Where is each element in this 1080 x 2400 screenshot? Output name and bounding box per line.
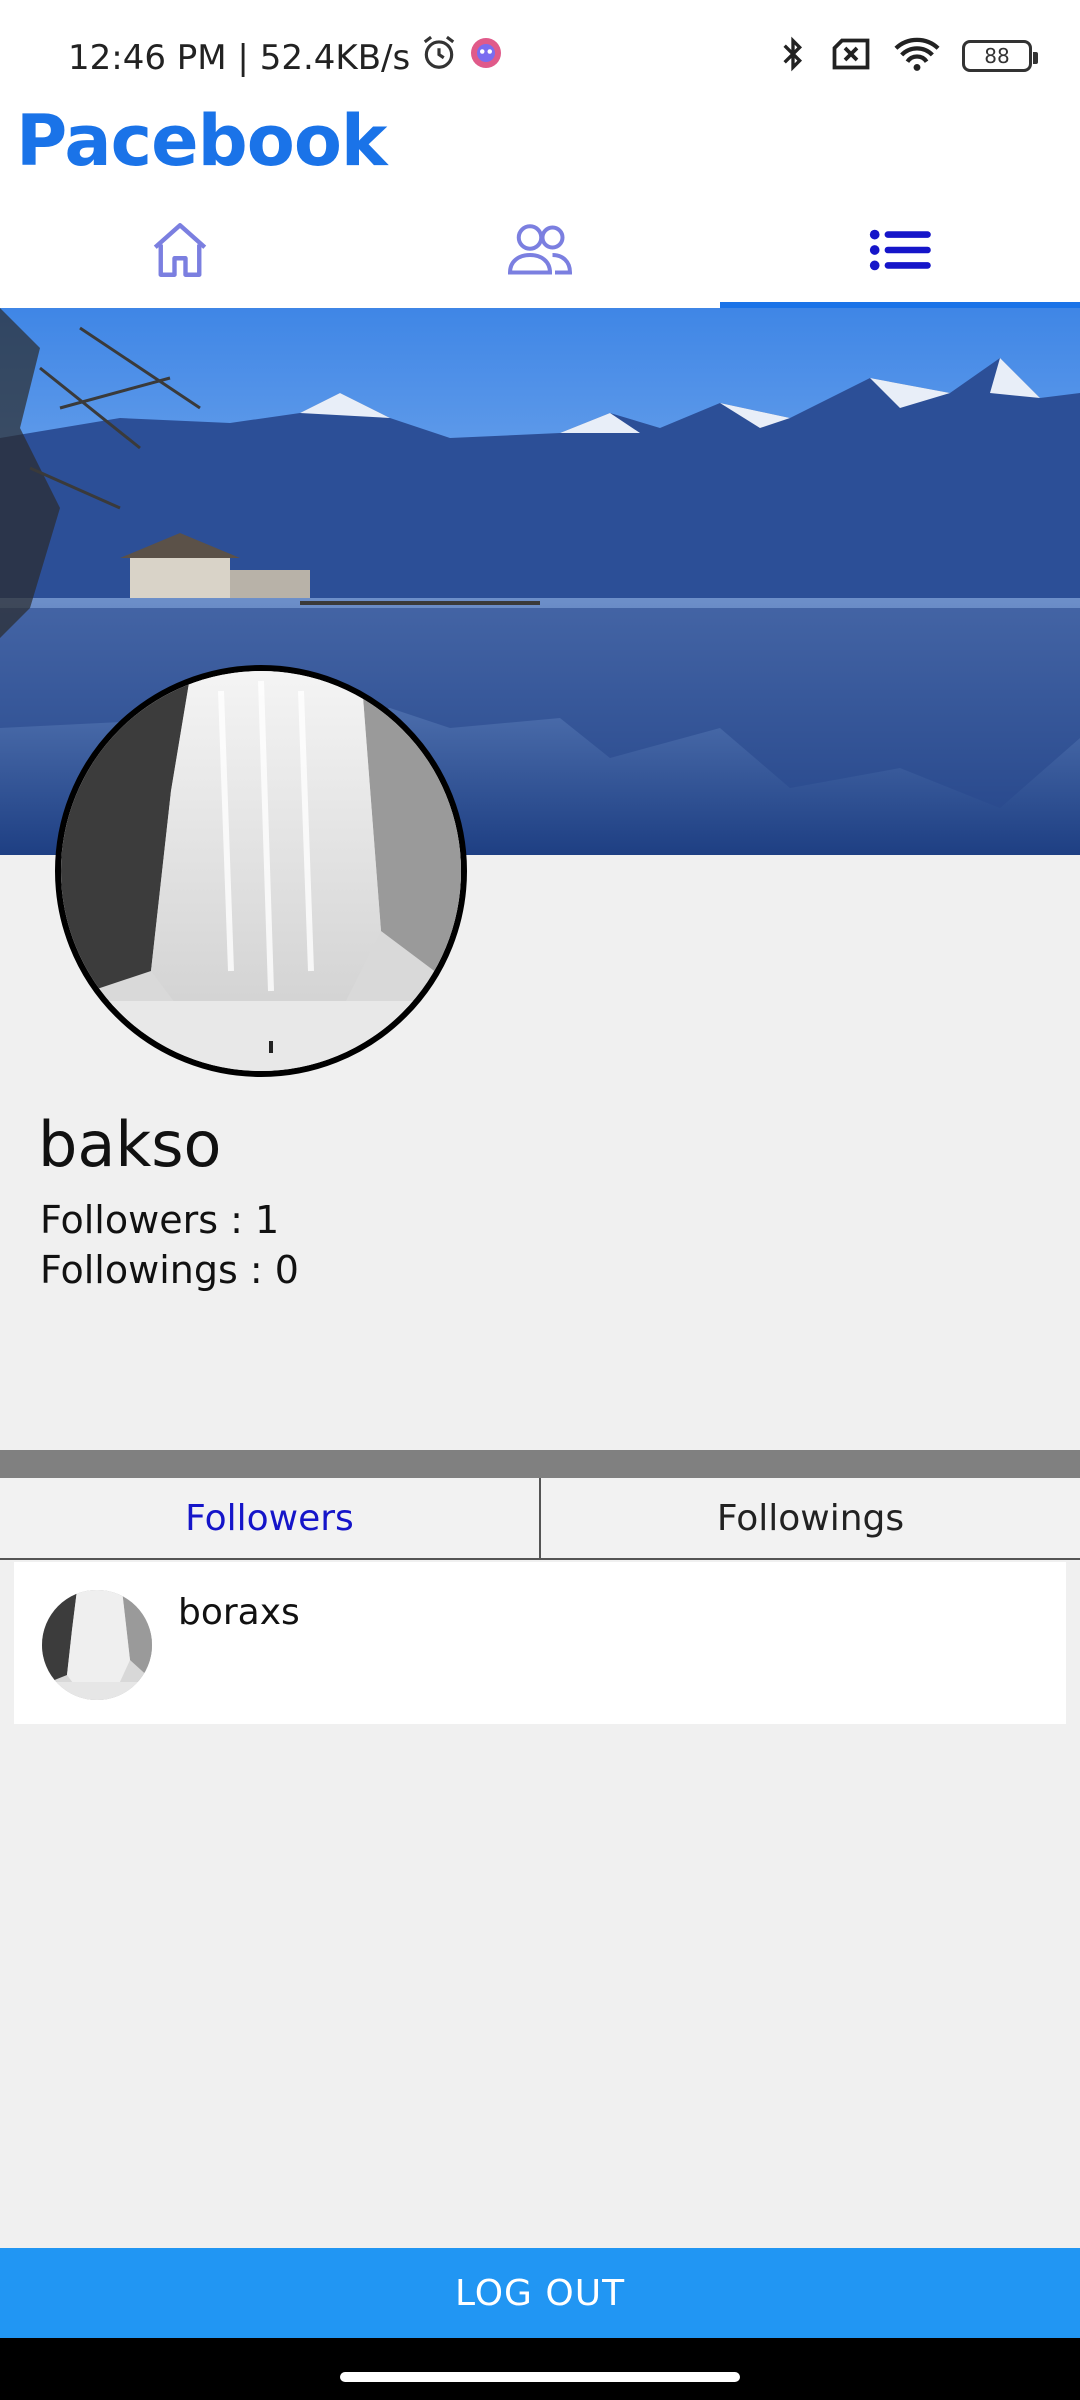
app-notification-icon [468, 35, 504, 80]
tab-followings[interactable]: Followings [539, 1478, 1080, 1558]
tab-friends[interactable] [360, 195, 720, 308]
section-divider [0, 1450, 1080, 1478]
logout-button[interactable]: LOG OUT [0, 2248, 1080, 2338]
app-bar: Pacebook [0, 100, 1080, 308]
followings-count: Followings : 0 [40, 1248, 299, 1292]
people-icon [505, 220, 575, 284]
home-icon [145, 217, 215, 287]
status-bar: 12:46 PM | 52.4KB/s 88 [0, 0, 1080, 100]
profile-username: bakso [38, 1108, 222, 1181]
follow-segment-control: Followers Followings [0, 1478, 1080, 1560]
bluetooth-icon [778, 34, 808, 78]
followers-count: Followers : 1 [40, 1198, 280, 1242]
tab-home[interactable] [0, 195, 360, 308]
system-nav-bar [0, 2338, 1080, 2400]
tab-followers[interactable]: Followers [0, 1478, 539, 1558]
no-sim-icon [830, 37, 872, 75]
screen: 12:46 PM | 52.4KB/s 88 Pacebook bakso Fo… [0, 0, 1080, 2400]
avatar [42, 1590, 152, 1700]
app-title: Pacebook [16, 100, 387, 182]
tab-menu[interactable] [720, 195, 1080, 308]
profile-avatar[interactable] [55, 665, 467, 1077]
battery-level: 88 [984, 44, 1010, 68]
battery-icon: 88 [962, 40, 1038, 72]
follower-name: boraxs [178, 1592, 300, 1633]
list-icon [869, 228, 931, 276]
home-gesture-handle[interactable] [340, 2372, 740, 2382]
status-left: 12:46 PM | 52.4KB/s [68, 34, 504, 81]
top-tabs [0, 195, 1080, 308]
list-item[interactable]: boraxs [14, 1562, 1066, 1724]
status-time-speed: 12:46 PM | 52.4KB/s [68, 37, 411, 78]
status-right: 88 [778, 34, 1038, 78]
alarm-icon [420, 34, 458, 81]
wifi-icon [894, 36, 940, 76]
